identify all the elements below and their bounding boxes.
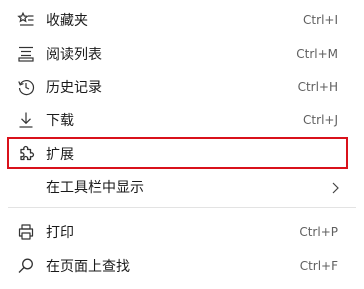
shortcut-text: Ctrl+F [299, 259, 338, 273]
menu-divider [8, 207, 356, 208]
menu-item-label: 历史记录 [46, 80, 102, 96]
menu-item-show-in-toolbar[interactable]: 在工具栏中显示 [0, 171, 364, 203]
menu-item-find-on-page[interactable]: 在页面上查找 Ctrl+F [0, 250, 364, 282]
search-icon [17, 257, 35, 275]
menu-item-label: 在页面上查找 [46, 259, 130, 275]
shortcut-text: Ctrl+J [303, 113, 338, 127]
download-icon [17, 111, 35, 129]
menu-item-reading-list[interactable]: 阅读列表 Ctrl+M [0, 38, 364, 70]
shortcut-text: Ctrl+P [299, 225, 338, 239]
menu-item-label: 下载 [46, 113, 74, 129]
shortcut-text: Ctrl+H [297, 80, 338, 94]
menu-item-print[interactable]: 打印 Ctrl+P [0, 216, 364, 248]
chevron-right-icon [330, 180, 340, 194]
menu-item-label: 扩展 [46, 147, 74, 163]
printer-icon [17, 223, 35, 241]
menu-item-label: 在工具栏中显示 [46, 180, 144, 196]
shortcut-text: Ctrl+I [303, 13, 338, 27]
shortcut-text: Ctrl+M [296, 47, 338, 61]
puzzle-icon [17, 145, 35, 163]
menu-item-history[interactable]: 历史记录 Ctrl+H [0, 71, 364, 103]
menu-item-extensions[interactable]: 扩展 [0, 138, 364, 170]
menu-item-favorites[interactable]: 收藏夹 Ctrl+I [0, 4, 364, 36]
context-menu: 收藏夹 Ctrl+I 阅读列表 Ctrl+M 历史记录 Ctrl+H 下载 Ct… [0, 0, 364, 289]
menu-item-downloads[interactable]: 下载 Ctrl+J [0, 104, 364, 136]
reading-list-icon [17, 45, 35, 63]
history-icon [17, 78, 35, 96]
menu-item-label: 阅读列表 [46, 47, 102, 63]
menu-item-label: 收藏夹 [46, 13, 88, 29]
menu-item-label: 打印 [46, 225, 74, 241]
star-list-icon [17, 11, 35, 29]
